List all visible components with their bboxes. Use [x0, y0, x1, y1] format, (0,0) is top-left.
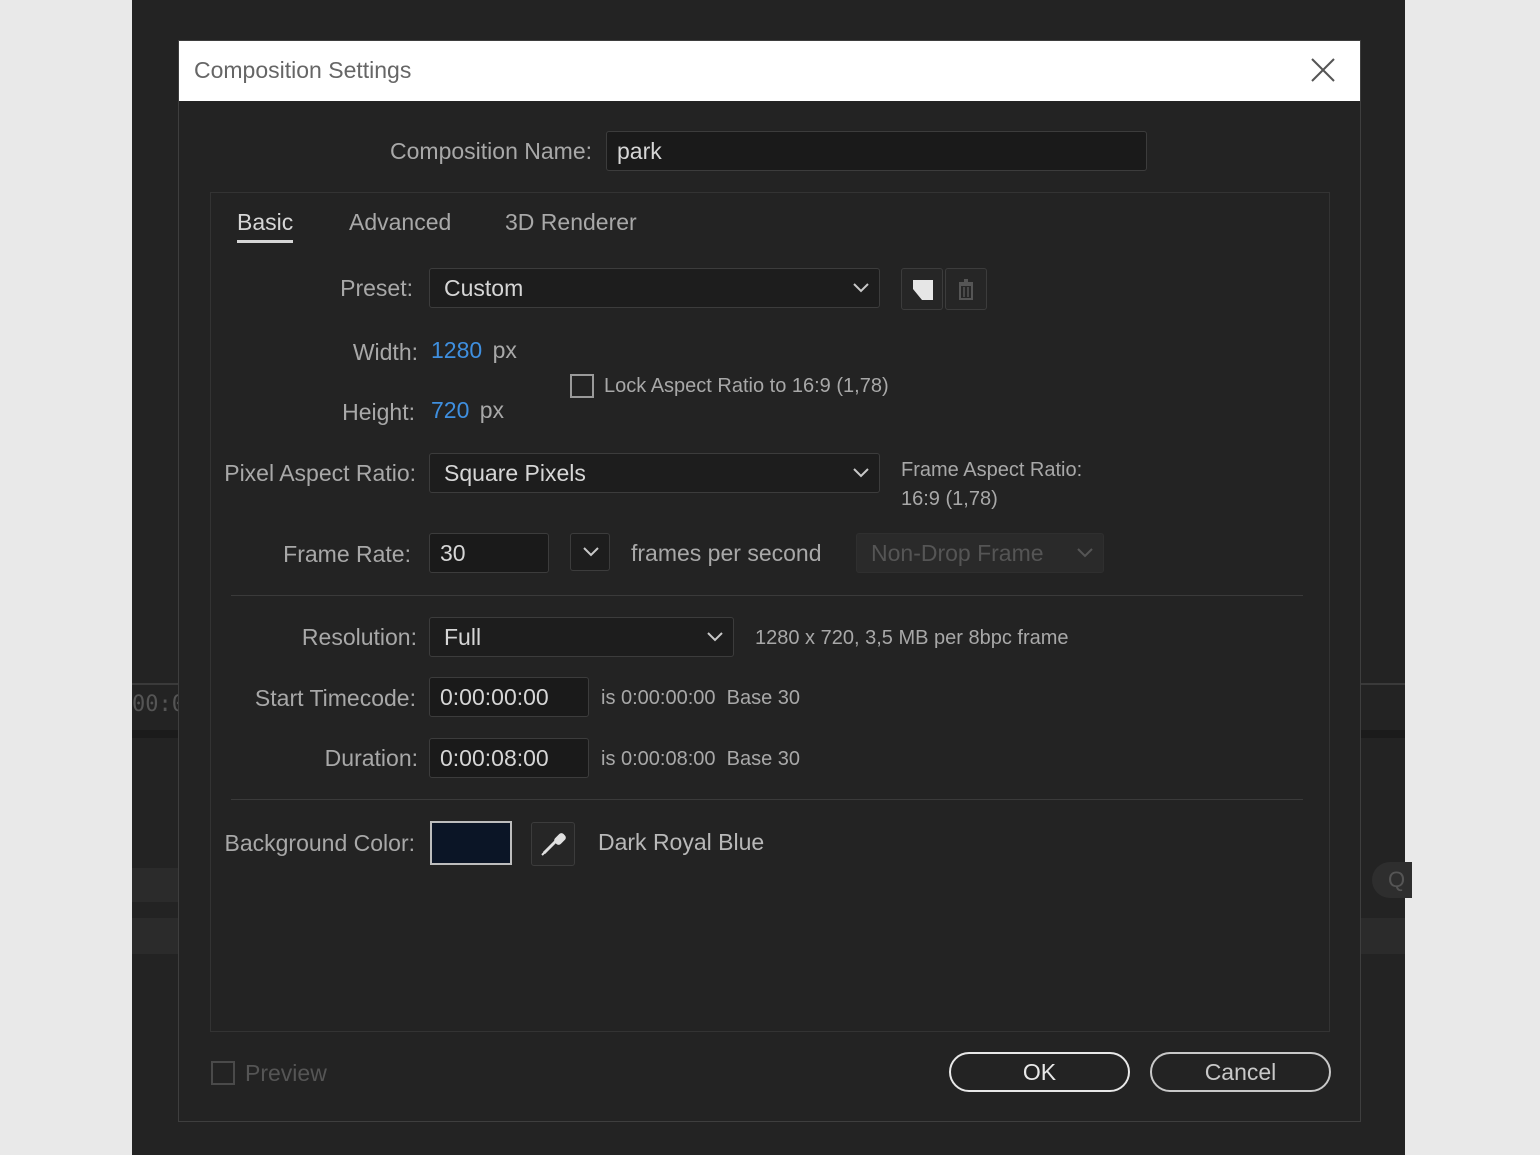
settings-panel: Basic Advanced 3D Renderer Preset: Custo…: [210, 192, 1330, 1032]
frame-aspect-label: Frame Aspect Ratio:: [901, 459, 1083, 481]
background-color-label: Background Color:: [224, 830, 416, 856]
preset-label: Preset:: [340, 275, 413, 301]
composition-name-input[interactable]: park: [606, 131, 1147, 171]
bg-strip: [1361, 730, 1405, 738]
chevron-down-icon: [1077, 548, 1093, 558]
lock-aspect-checkbox[interactable]: [570, 374, 594, 398]
tab-3d-renderer[interactable]: 3D Renderer: [505, 209, 637, 236]
resolution-info: 1280 x 720, 3,5 MB per 8bpc frame: [755, 627, 1069, 649]
lock-aspect-label: Lock Aspect Ratio to 16:9 (1,78): [604, 375, 889, 397]
section-divider: [231, 595, 1303, 596]
chevron-down-icon: [583, 547, 599, 557]
height-value[interactable]: 720: [431, 397, 469, 423]
start-timecode-input[interactable]: 0:00:00:00: [429, 677, 589, 717]
pixel-aspect-value: Square Pixels: [444, 460, 586, 486]
duration-label: Duration:: [324, 745, 418, 771]
save-preset-icon: [913, 280, 933, 300]
drop-frame-value: Non-Drop Frame: [871, 540, 1044, 566]
chevron-down-icon: [853, 283, 869, 293]
composition-settings-dialog: Composition Settings Composition Name: p…: [178, 40, 1361, 1122]
bg-search-field[interactable]: Q: [1372, 862, 1412, 898]
start-timecode-info: is 0:00:00:00 Base 30: [601, 687, 801, 709]
eyedropper-icon: [541, 833, 566, 856]
close-icon[interactable]: [1308, 55, 1338, 85]
resolution-dropdown[interactable]: Full: [429, 617, 734, 657]
width-field: 1280 px: [431, 337, 517, 364]
tab-basic-label: Basic: [237, 209, 294, 235]
bg-divider: [132, 683, 178, 685]
dialog-titlebar: Composition Settings: [179, 41, 1360, 101]
duration-info: is 0:00:08:00 Base 30: [601, 748, 801, 770]
frame-rate-input[interactable]: 30: [429, 533, 549, 573]
ok-button[interactable]: OK: [949, 1052, 1130, 1092]
save-preset-button[interactable]: [901, 268, 943, 310]
eyedropper-button[interactable]: [531, 822, 575, 866]
bg-strip: [1361, 918, 1405, 954]
background-color-swatch[interactable]: [430, 821, 512, 865]
height-unit: px: [479, 397, 505, 423]
frame-aspect-value: 16:9 (1,78): [901, 488, 998, 510]
frame-rate-dropdown-button[interactable]: [570, 533, 610, 571]
preset-value: Custom: [444, 275, 524, 301]
resolution-value: Full: [444, 624, 482, 650]
pixel-aspect-dropdown[interactable]: Square Pixels: [429, 453, 880, 493]
preview-checkbox[interactable]: [211, 1061, 235, 1085]
delete-preset-button[interactable]: [945, 268, 987, 310]
preset-dropdown[interactable]: Custom: [429, 268, 880, 308]
tab-basic[interactable]: Basic: [237, 209, 294, 243]
pixel-aspect-label: Pixel Aspect Ratio:: [224, 460, 416, 486]
bg-strip: [132, 868, 178, 902]
frame-rate-label: Frame Rate:: [283, 541, 411, 567]
composition-name-label: Composition Name:: [390, 138, 592, 164]
bg-strip: [132, 730, 178, 738]
preview-label: Preview: [245, 1060, 327, 1086]
trash-icon: [959, 279, 973, 300]
chevron-down-icon: [707, 632, 723, 642]
start-timecode-label: Start Timecode:: [254, 685, 416, 711]
active-tab-indicator: [237, 240, 294, 243]
height-label: Height:: [342, 399, 415, 425]
width-label: Width:: [352, 339, 418, 365]
bg-strip: [132, 918, 178, 954]
frame-rate-unit: frames per second: [631, 540, 822, 566]
tab-advanced[interactable]: Advanced: [349, 209, 451, 236]
section-divider: [231, 799, 1303, 800]
chevron-down-icon: [853, 468, 869, 478]
height-field: 720 px: [431, 397, 504, 424]
duration-input[interactable]: 0:00:08:00: [429, 738, 589, 778]
resolution-label: Resolution:: [301, 624, 417, 650]
cancel-button[interactable]: Cancel: [1150, 1052, 1331, 1092]
background-color-name: Dark Royal Blue: [598, 829, 765, 855]
drop-frame-dropdown[interactable]: Non-Drop Frame: [856, 533, 1104, 573]
width-unit: px: [492, 337, 517, 363]
width-value[interactable]: 1280: [431, 337, 482, 363]
bg-divider: [1361, 683, 1405, 685]
dialog-title: Composition Settings: [194, 57, 412, 83]
